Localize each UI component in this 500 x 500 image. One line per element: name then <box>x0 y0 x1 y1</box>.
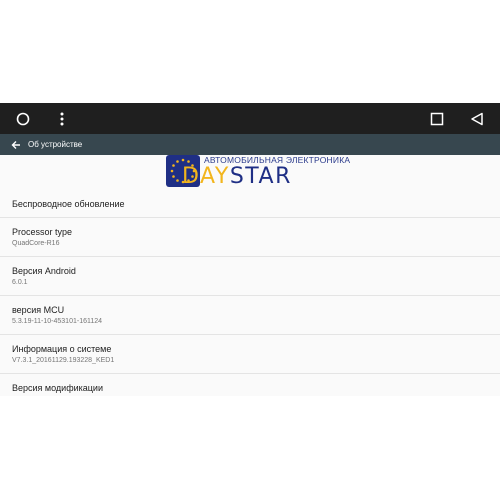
pref-summary: V7.3.1_20161129.193228_KED1 <box>12 356 115 364</box>
pref-processor-type[interactable]: Processor type QuadCore-R16 <box>0 218 500 257</box>
pref-system-info[interactable]: Информация о системе V7.3.1_20161129.193… <box>0 335 500 374</box>
recents-square-icon[interactable] <box>426 103 448 134</box>
back-triangle-icon[interactable] <box>466 103 488 134</box>
logo-brand-star: STAR <box>229 164 292 189</box>
home-circle-icon[interactable] <box>12 103 34 134</box>
settings-content: АВТОМОБИЛЬНАЯ ЭЛЕКТРОНИКА DAYSTAR Беспро… <box>0 155 500 396</box>
pref-title: Версия Android <box>12 265 76 276</box>
arrow-left-icon[interactable] <box>4 134 28 155</box>
page-title: Об устройстве <box>28 140 83 149</box>
pref-mcu-version[interactable]: версия MCU 5.3.19-11-10-453101-161124 <box>0 296 500 335</box>
logo-brand: DAYSTAR <box>182 164 292 189</box>
pref-summary: QuadCore-R16 <box>12 239 60 247</box>
pref-android-version[interactable]: Версия Android 6.0.1 <box>0 257 500 296</box>
pref-title: Processor type <box>12 226 73 237</box>
system-navigation-bar <box>0 103 500 134</box>
preference-list: Беспроводное обновление Processor type Q… <box>0 191 500 396</box>
pref-wireless-update[interactable]: Беспроводное обновление <box>0 191 500 218</box>
pref-title: Информация о системе <box>12 343 112 354</box>
pref-summary: 6.0.1 <box>12 278 28 286</box>
pref-summary: 5.3.19-11-10-453101-161124 <box>12 317 103 325</box>
pref-title: Версия модификации <box>12 383 103 393</box>
logo-brand-day: DAY <box>182 164 230 189</box>
pref-title: версия MCU <box>12 304 65 315</box>
menu-dots-icon[interactable] <box>52 103 72 134</box>
app-bar: Об устройстве <box>0 134 500 155</box>
pref-modification-version[interactable]: Версия модификации <box>0 374 500 396</box>
pref-title: Беспроводное обновление <box>12 199 125 209</box>
